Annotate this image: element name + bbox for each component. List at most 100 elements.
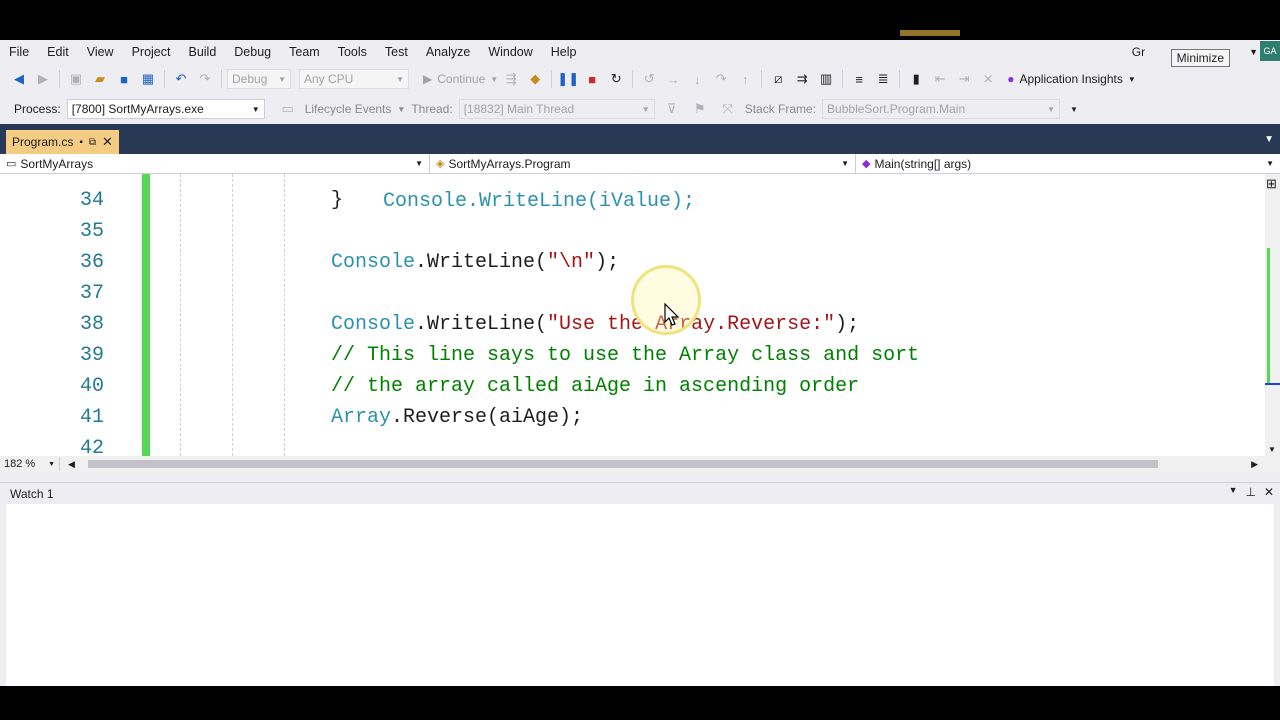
thread-select[interactable]: [18832] Main Thread ▼ xyxy=(458,99,655,119)
step-up-icon[interactable]: ↑ xyxy=(734,68,756,90)
code-token: // This line says to use the Array class… xyxy=(331,344,920,367)
new-project-icon[interactable]: ▣ xyxy=(65,68,87,90)
hex-display-icon[interactable]: ⧄ xyxy=(767,68,789,90)
process-label: Process: xyxy=(14,102,61,116)
clear-bookmarks-icon[interactable]: ⨯ xyxy=(977,68,999,90)
scroll-down-icon[interactable]: ▼ xyxy=(1268,445,1276,454)
menu-edit[interactable]: Edit xyxy=(38,40,78,64)
zoom-select[interactable]: 182 % ▼ xyxy=(0,457,60,471)
tab-program-cs[interactable]: Program.cs ▪ ⧉ ✕ xyxy=(6,130,119,154)
step-out-icon[interactable]: ↷ xyxy=(710,68,732,90)
menu-analyze[interactable]: Analyze xyxy=(417,40,479,64)
forward-icon[interactable]: ▶ xyxy=(32,68,54,90)
chevron-down-icon: ▼ xyxy=(641,104,650,114)
project-select[interactable]: ▭ SortMyArrays ▼ xyxy=(0,154,430,173)
pane-splitter[interactable] xyxy=(0,472,1280,482)
menu-build[interactable]: Build xyxy=(179,40,225,64)
next-bookmark-icon[interactable]: ⇥ xyxy=(953,68,975,90)
scroll-left-icon[interactable]: ◀ xyxy=(68,459,75,470)
menu-test[interactable]: Test xyxy=(376,40,417,64)
menu-bar: File Edit View Project Build Debug Team … xyxy=(0,40,1280,67)
pin-icon[interactable]: ⊥ xyxy=(1245,485,1255,499)
chevron-down-icon: ▼ xyxy=(1047,104,1056,114)
member-select[interactable]: ◆ Main(string[] args) ▼ xyxy=(856,154,1280,173)
lifecycle-events-button[interactable]: Lifecycle Events xyxy=(305,102,392,116)
separator xyxy=(632,70,634,88)
watch-window-body[interactable] xyxy=(6,504,1274,686)
toolbar-overflow-icon[interactable]: ▼ xyxy=(1070,105,1078,114)
editor-vertical-scrollbar[interactable]: ⊞ ▼ xyxy=(1265,174,1280,456)
horizontal-scroll-thumb[interactable] xyxy=(88,460,1158,468)
split-editor-icon[interactable]: ⊞ xyxy=(1266,176,1277,192)
prev-bookmark-icon[interactable]: ⇤ xyxy=(929,68,951,90)
bookmark-icon[interactable]: ▮ xyxy=(905,68,927,90)
menu-tools[interactable]: Tools xyxy=(329,40,376,64)
filter-icon[interactable]: ⊽ xyxy=(661,98,683,120)
editor-horizontal-scrollbar[interactable]: 182 % ▼ ◀ ▶ xyxy=(0,456,1280,472)
line-number: 38 xyxy=(79,313,104,336)
thread-icon[interactable]: ⇉ xyxy=(791,68,813,90)
restart-icon[interactable]: ↻ xyxy=(605,68,627,90)
show-next-statement-icon[interactable]: ↺ xyxy=(638,68,660,90)
tab-list-dropdown-icon[interactable]: ▼ xyxy=(1264,134,1274,145)
application-insights-button[interactable]: ● Application Insights ▼ xyxy=(1007,72,1136,86)
code-line: 35 xyxy=(0,216,1265,247)
chevron-down-icon: ▼ xyxy=(396,74,404,84)
back-icon[interactable]: ◀ xyxy=(8,68,30,90)
code-line: 42 xyxy=(0,433,1265,456)
avatar[interactable]: GA xyxy=(1260,41,1280,61)
chevron-down-icon: ▼ xyxy=(278,74,286,84)
save-icon[interactable]: ■ xyxy=(113,68,135,90)
pin-icon[interactable]: ▪ xyxy=(79,137,83,148)
menu-window[interactable]: Window xyxy=(479,40,541,64)
indent-icon[interactable]: ≣ xyxy=(872,68,894,90)
stack-frame-select[interactable]: BubbleSort.Program.Main ▼ xyxy=(822,99,1061,119)
menu-help[interactable]: Help xyxy=(542,40,586,64)
member-value: Main(string[] args) xyxy=(874,156,972,171)
code-line: 38 Console.WriteLine("Use the Array.Rever… xyxy=(0,309,1265,340)
code-editor[interactable]: Console.WriteLine(iValue); 34} 35 36 Consol… xyxy=(0,174,1265,456)
scroll-right-icon[interactable]: ▶ xyxy=(1251,459,1258,470)
close-icon[interactable]: ✕ xyxy=(102,134,113,150)
columns-icon[interactable]: ▥ xyxy=(815,68,837,90)
chevron-down-icon[interactable]: ▼ xyxy=(1249,47,1258,57)
code-token: Console xyxy=(331,251,416,274)
solution-configuration-select[interactable]: Debug ▼ xyxy=(227,69,291,89)
play-icon: ▶ xyxy=(423,72,433,86)
minimize-tooltip: Minimize xyxy=(1170,49,1230,67)
browser-link-icon[interactable]: ◆ xyxy=(524,68,546,90)
break-all-icon[interactable]: ❚❚ xyxy=(557,68,579,90)
step-over-icon[interactable]: ↓ xyxy=(686,68,708,90)
save-all-icon[interactable]: ▦ xyxy=(137,68,159,90)
menu-file[interactable]: File xyxy=(0,40,38,64)
menu-debug[interactable]: Debug xyxy=(225,40,280,64)
class-select[interactable]: ◈ SortMyArrays.Program ▼ xyxy=(430,154,856,173)
outdent-icon[interactable]: ≡ xyxy=(848,68,870,90)
hot-reload-icon[interactable]: ⇶ xyxy=(500,68,522,90)
code-text: } xyxy=(331,185,343,216)
stop-debugging-icon[interactable]: ■ xyxy=(581,68,603,90)
standard-toolbar: ◀ ▶ ▣ ▰ ■ ▦ ↶ ↷ Debug ▼ Any CPU ▼ ▶ Cont… xyxy=(0,64,1280,94)
close-icon[interactable]: ✕ xyxy=(1264,485,1274,499)
menu-team[interactable]: Team xyxy=(280,40,329,64)
float-icon[interactable]: ⧉ xyxy=(89,137,96,148)
project-icon: ▭ xyxy=(6,158,17,170)
flag-icon[interactable]: ⚑ xyxy=(689,98,711,120)
redo-icon[interactable]: ↷ xyxy=(194,68,216,90)
lifecycle-icon[interactable]: ▭ xyxy=(277,98,299,120)
code-token: "\n" xyxy=(547,251,596,274)
menu-project[interactable]: Project xyxy=(123,40,180,64)
open-folder-icon[interactable]: ▰ xyxy=(89,68,111,90)
chevron-down-icon[interactable]: ▼ xyxy=(397,105,405,114)
continue-button[interactable]: ▶ Continue ▼ xyxy=(423,72,498,86)
menu-view[interactable]: View xyxy=(78,40,123,64)
undo-icon[interactable]: ↶ xyxy=(170,68,192,90)
solution-platform-select[interactable]: Any CPU ▼ xyxy=(299,69,409,89)
step-into-icon[interactable]: → xyxy=(662,68,684,90)
zoom-value: 182 % xyxy=(4,458,36,470)
account-name[interactable]: Gr xyxy=(1132,45,1145,59)
watch-window-controls: ▼ ⊥ ✕ xyxy=(1229,485,1274,499)
threads-toggle-icon[interactable]: ⤧ xyxy=(717,98,739,120)
window-position-icon[interactable]: ▼ xyxy=(1229,485,1238,499)
process-select[interactable]: [7800] SortMyArrays.exe ▼ xyxy=(66,99,265,119)
